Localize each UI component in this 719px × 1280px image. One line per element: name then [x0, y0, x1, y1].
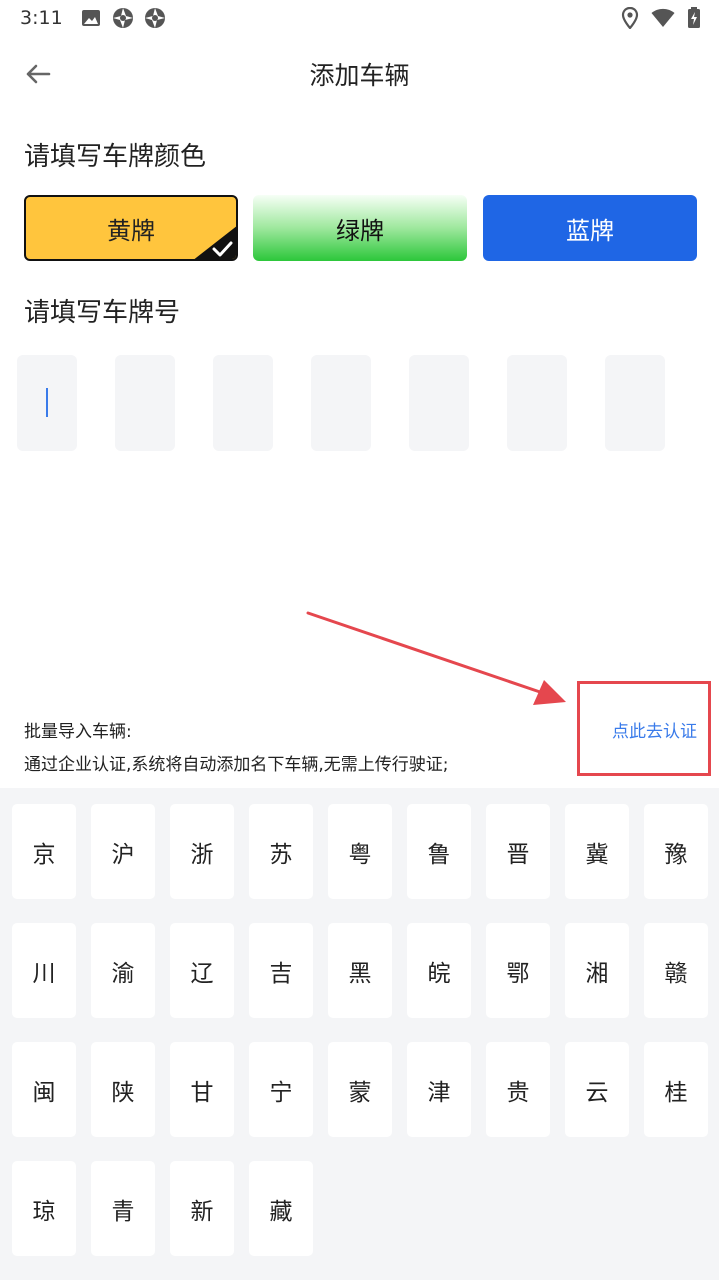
province-keyboard: 京 沪 浙 苏 粤 鲁 晋 冀 豫 川 渝 辽 吉 黑 皖 鄂 湘 赣 闽 陕 … — [0, 788, 719, 1280]
key-ji[interactable]: 冀 — [565, 804, 629, 899]
key-min[interactable]: 闽 — [12, 1042, 76, 1137]
key-yun[interactable]: 云 — [565, 1042, 629, 1137]
key-qing[interactable]: 青 — [91, 1161, 155, 1256]
green-plate-label: 绿牌 — [336, 216, 384, 245]
plate-number-cell-1[interactable] — [17, 355, 77, 451]
key-yue[interactable]: 粤 — [328, 804, 392, 899]
key-hu[interactable]: 沪 — [91, 804, 155, 899]
key-zang[interactable]: 藏 — [249, 1161, 313, 1256]
key-ji-jilin[interactable]: 吉 — [249, 923, 313, 1018]
plate-color-label: 请填写车牌颜色 — [24, 142, 207, 172]
status-time: 3:11 — [20, 7, 63, 29]
key-ning[interactable]: 宁 — [249, 1042, 313, 1137]
key-jin-shanxi[interactable]: 晋 — [486, 804, 550, 899]
plate-number-cell-3[interactable] — [213, 355, 273, 451]
key-gan-gansu[interactable]: 甘 — [170, 1042, 234, 1137]
plate-number-cell-4[interactable] — [311, 355, 371, 451]
key-su[interactable]: 苏 — [249, 804, 313, 899]
status-system-icons — [621, 7, 701, 29]
blue-plate-label: 蓝牌 — [566, 216, 614, 245]
location-icon — [621, 7, 639, 29]
plate-number-cell-6[interactable] — [507, 355, 567, 451]
key-lu[interactable]: 鲁 — [407, 804, 471, 899]
key-meng[interactable]: 蒙 — [328, 1042, 392, 1137]
key-gui-guangxi[interactable]: 桂 — [644, 1042, 708, 1137]
status-notification-icons — [80, 7, 166, 29]
yellow-plate-button[interactable]: 黄牌 — [24, 195, 238, 261]
key-gan-jiangxi[interactable]: 赣 — [644, 923, 708, 1018]
plate-number-label: 请填写车牌号 — [24, 298, 181, 328]
selected-check-icon — [194, 226, 236, 259]
batch-import-description: 通过企业认证,系统将自动添加名下车辆,无需上传行驶证; — [24, 755, 449, 775]
key-jing[interactable]: 京 — [12, 804, 76, 899]
plate-number-cell-2[interactable] — [115, 355, 175, 451]
key-yu-henan[interactable]: 豫 — [644, 804, 708, 899]
blue-plate-button[interactable]: 蓝牌 — [483, 195, 697, 261]
plate-number-cell-7[interactable] — [605, 355, 665, 451]
aperture-icon — [145, 8, 165, 28]
key-jin-tianjin[interactable]: 津 — [407, 1042, 471, 1137]
status-bar: 3:11 — [0, 0, 719, 36]
wifi-icon — [651, 8, 675, 27]
aperture-icon — [113, 8, 133, 28]
key-zhe[interactable]: 浙 — [170, 804, 234, 899]
key-shan[interactable]: 陕 — [91, 1042, 155, 1137]
annotation-highlight-box — [577, 681, 711, 776]
key-qiong[interactable]: 琼 — [12, 1161, 76, 1256]
key-wan[interactable]: 皖 — [407, 923, 471, 1018]
batch-import-title: 批量导入车辆: — [24, 722, 132, 742]
key-e[interactable]: 鄂 — [486, 923, 550, 1018]
key-liao[interactable]: 辽 — [170, 923, 234, 1018]
image-icon — [82, 10, 100, 26]
yellow-plate-label: 黄牌 — [107, 216, 155, 245]
key-gui-guizhou[interactable]: 贵 — [486, 1042, 550, 1137]
key-chuan[interactable]: 川 — [12, 923, 76, 1018]
key-xiang[interactable]: 湘 — [565, 923, 629, 1018]
battery-icon — [688, 7, 700, 28]
text-cursor — [46, 388, 48, 417]
key-xin[interactable]: 新 — [170, 1161, 234, 1256]
plate-number-cell-5[interactable] — [409, 355, 469, 451]
key-yu-chongqing[interactable]: 渝 — [91, 923, 155, 1018]
app-bar: 添加车辆 — [0, 36, 719, 112]
green-plate-button[interactable]: 绿牌 — [253, 195, 467, 261]
key-hei[interactable]: 黑 — [328, 923, 392, 1018]
page-title: 添加车辆 — [309, 61, 410, 90]
